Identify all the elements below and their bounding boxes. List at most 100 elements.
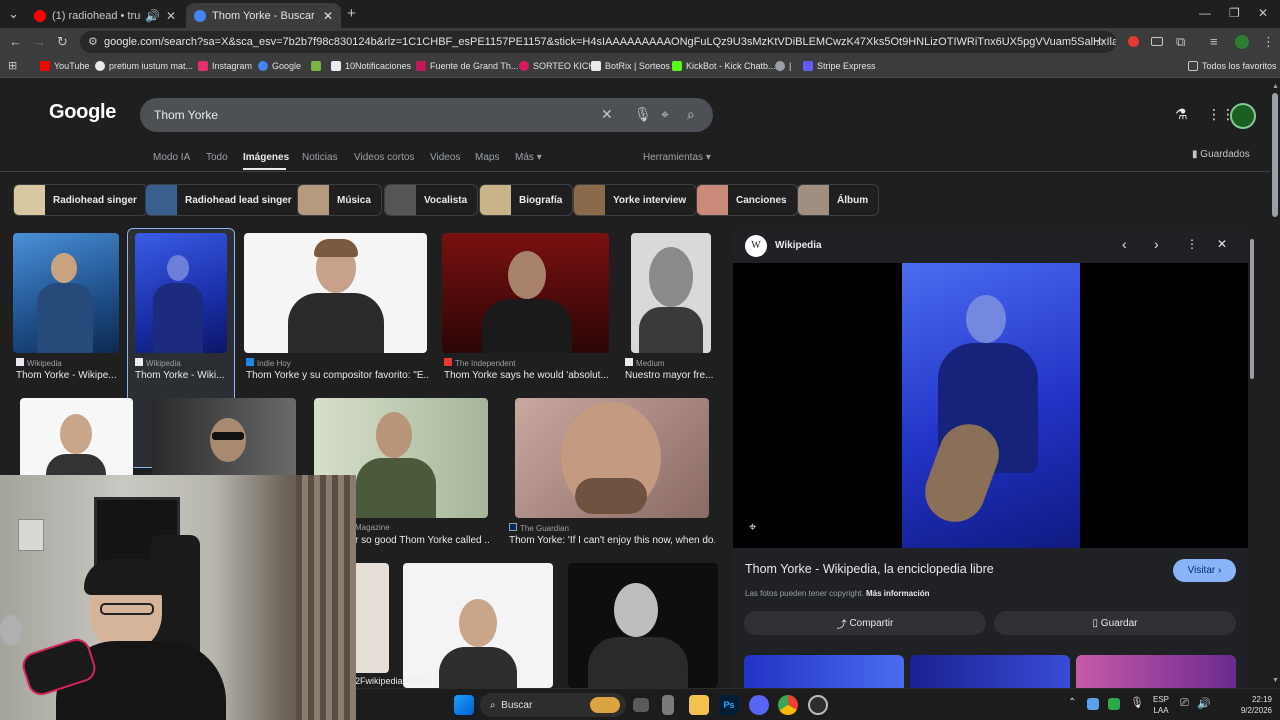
- related-image[interactable]: [910, 655, 1070, 688]
- labs-flask-icon[interactable]: ⚗: [1175, 106, 1188, 123]
- panel-title[interactable]: Thom Yorke - Wikipedia, la enciclopedia …: [745, 562, 994, 576]
- windows-start-icon[interactable]: [454, 695, 474, 715]
- chip-musica[interactable]: Música: [297, 184, 382, 216]
- scrollbar-thumb[interactable]: [1272, 93, 1278, 217]
- result-image[interactable]: [152, 398, 296, 478]
- network-icon[interactable]: ⎚: [1180, 697, 1189, 710]
- bookmark-star-icon[interactable]: ☆: [1094, 34, 1106, 50]
- close-window-icon[interactable]: ✕: [1258, 6, 1268, 20]
- next-icon[interactable]: ›: [1154, 236, 1159, 252]
- result-caption[interactable]: 2Fwikipedia%2Fco...: [355, 676, 435, 686]
- language-indicator[interactable]: ESP LAA: [1153, 694, 1169, 716]
- result-caption[interactable]: Thom Yorke - Wikipe...: [16, 370, 120, 381]
- all-bookmarks[interactable]: Todos los favoritos: [1188, 61, 1277, 71]
- tab-videos-cortos[interactable]: Videos cortos: [354, 152, 414, 163]
- discord-icon[interactable]: [749, 695, 769, 715]
- tab-videos[interactable]: Videos: [430, 152, 460, 163]
- result-image[interactable]: [244, 233, 427, 353]
- volume-icon[interactable]: 🔊: [1197, 697, 1211, 710]
- tray-mic-icon[interactable]: 🎙: [1130, 696, 1144, 709]
- tab-youtube[interactable]: (1) radiohead • true love w 🔊 ✕: [26, 3, 184, 28]
- search-input[interactable]: Thom Yorke ✕ 🎙 ⌖ ⌕: [140, 98, 713, 132]
- search-icon[interactable]: ⌕: [687, 106, 695, 123]
- bookmark-unnamed[interactable]: [311, 61, 325, 71]
- minimize-icon[interactable]: —: [1199, 6, 1211, 20]
- result-caption[interactable]: Thom Yorke says he would 'absolut...: [444, 370, 610, 381]
- save-button[interactable]: ▯ Guardar: [994, 611, 1236, 635]
- chip-radiohead-singer[interactable]: Radiohead singer: [13, 184, 148, 216]
- chip-radiohead-lead-singer[interactable]: Radiohead lead singer: [145, 184, 303, 216]
- saved-button[interactable]: ▮ Guardados: [1192, 149, 1250, 160]
- chip-album[interactable]: Álbum: [797, 184, 880, 216]
- preview-image[interactable]: [902, 263, 1080, 548]
- extension-icon[interactable]: [1151, 37, 1163, 46]
- restore-icon[interactable]: ❐: [1229, 6, 1240, 20]
- bookmark-misc[interactable]: |: [775, 61, 791, 71]
- file-explorer-icon[interactable]: [689, 695, 709, 715]
- bookmark-sorteo-kick[interactable]: SORTEO KICK: [519, 61, 594, 71]
- bookmark-kickbot[interactable]: KickBot - Kick Chatb...: [672, 61, 776, 71]
- clock[interactable]: 22:19 9/2/2026: [1212, 694, 1272, 716]
- bookmark-youtube[interactable]: YouTube: [40, 61, 89, 71]
- more-info-link[interactable]: Más información: [866, 589, 930, 598]
- bookmark-botrix[interactable]: BotRix | Sorteos: [591, 61, 670, 71]
- result-image[interactable]: [515, 398, 709, 518]
- extensions-puzzle-icon[interactable]: ⧉: [1176, 34, 1185, 50]
- tab-imagenes[interactable]: Imágenes: [243, 152, 289, 163]
- tab-mas[interactable]: Más ▾: [515, 152, 542, 163]
- result-image[interactable]: [13, 233, 119, 353]
- more-options-icon[interactable]: ⋮: [1186, 237, 1198, 251]
- tab-noticias[interactable]: Noticias: [302, 152, 338, 163]
- back-icon[interactable]: ←: [9, 34, 22, 49]
- obs-icon[interactable]: [808, 695, 828, 715]
- result-caption[interactable]: r so good Thom Yorke called ...: [355, 535, 490, 546]
- chip-biografia[interactable]: Biografía: [479, 184, 574, 216]
- tools-button[interactable]: Herramientas ▾: [643, 152, 711, 163]
- new-tab-icon[interactable]: +: [347, 5, 356, 22]
- tab-google[interactable]: Thom Yorke - Buscar con Goog ✕: [186, 3, 341, 28]
- result-image[interactable]: [20, 398, 133, 478]
- related-image[interactable]: [744, 655, 904, 688]
- previous-icon[interactable]: ‹: [1122, 236, 1127, 252]
- panel-source[interactable]: Wikipedia: [775, 240, 822, 251]
- result-image[interactable]: [135, 233, 227, 353]
- tab-todo[interactable]: Todo: [206, 152, 228, 163]
- profile-avatar[interactable]: [1235, 35, 1249, 49]
- panel-scrollbar[interactable]: [1250, 239, 1254, 379]
- result-image[interactable]: [568, 563, 718, 688]
- photoshop-icon[interactable]: Ps: [719, 695, 739, 715]
- lens-search-icon[interactable]: ⌖: [749, 519, 756, 535]
- address-bar[interactable]: ⚙ google.com/search?sa=X&sca_esv=7b2b7f9…: [80, 31, 1116, 53]
- tray-app-icon[interactable]: [1087, 698, 1099, 710]
- app-icon[interactable]: [662, 695, 674, 715]
- related-image[interactable]: [1076, 655, 1236, 688]
- apps-grid-icon[interactable]: ⊞: [8, 59, 17, 72]
- chrome-icon[interactable]: [778, 695, 798, 715]
- google-logo[interactable]: Google: [49, 101, 116, 124]
- account-avatar[interactable]: [1230, 103, 1256, 129]
- visit-button[interactable]: Visitar ›: [1173, 559, 1236, 582]
- result-caption[interactable]: Thom Yorke - Wiki...: [135, 370, 227, 381]
- site-info-icon[interactable]: ⚙: [88, 35, 98, 48]
- microphone-icon[interactable]: 🎙: [634, 106, 652, 123]
- result-caption[interactable]: Nuestro mayor fre...: [625, 370, 715, 381]
- result-image[interactable]: [631, 233, 711, 353]
- bookmark-instagram[interactable]: Instagram: [198, 61, 252, 71]
- scroll-up-icon[interactable]: ▲: [1272, 83, 1279, 90]
- task-view-icon[interactable]: [633, 698, 649, 712]
- bookmark-google[interactable]: Google: [258, 61, 301, 71]
- forward-icon[interactable]: →: [33, 34, 46, 49]
- close-tab-icon[interactable]: ✕: [166, 9, 176, 23]
- tab-modo-ia[interactable]: Modo IA: [153, 152, 190, 163]
- taskbar-search[interactable]: ⌕ Buscar: [480, 693, 626, 717]
- menu-icon[interactable]: ⋮: [1262, 34, 1275, 50]
- reload-icon[interactable]: ↻: [57, 34, 68, 50]
- share-button[interactable]: ⤴ Compartir: [744, 611, 986, 635]
- chip-vocalista[interactable]: Vocalista: [384, 184, 479, 216]
- tray-shield-icon[interactable]: [1108, 698, 1120, 710]
- scroll-down-icon[interactable]: ▼: [1272, 677, 1279, 684]
- result-image[interactable]: [356, 563, 389, 673]
- media-control-icon[interactable]: ≡: [1210, 34, 1218, 49]
- result-caption[interactable]: Thom Yorke y su compositor favorito: "E.…: [246, 370, 430, 381]
- tab-maps[interactable]: Maps: [475, 152, 499, 163]
